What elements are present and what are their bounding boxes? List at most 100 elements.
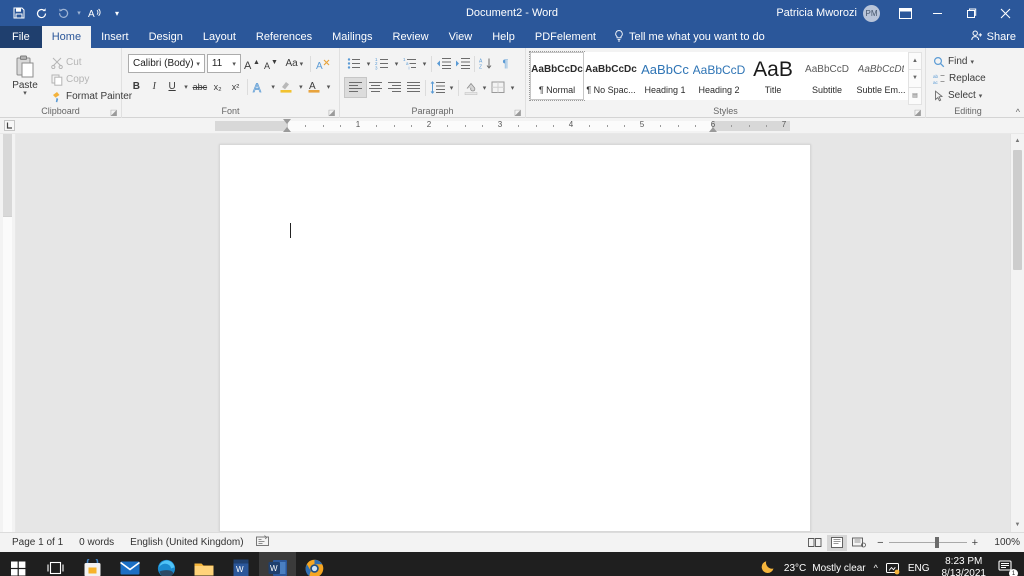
change-case-button[interactable]: Aa ▾ <box>282 54 306 73</box>
vertical-ruler[interactable] <box>0 134 16 532</box>
vertical-scrollbar[interactable]: ▲ ▼ <box>1010 134 1024 532</box>
language-indicator[interactable]: English (United Kingdom) <box>122 537 251 548</box>
font-color-dropdown-icon[interactable]: ▾ <box>324 77 333 96</box>
numbering-dropdown-icon[interactable]: ▾ <box>392 54 401 73</box>
account-name[interactable]: Patricia Mworozi <box>776 7 857 19</box>
shading-dropdown-icon[interactable]: ▾ <box>480 78 489 97</box>
bullets-button[interactable] <box>345 54 364 73</box>
subscript-button[interactable]: x₂ <box>209 77 226 96</box>
line-spacing-button[interactable] <box>428 78 447 97</box>
underline-button[interactable]: U <box>164 77 181 96</box>
styles-scroll-up-icon[interactable]: ▲ <box>909 53 921 70</box>
increase-indent-button[interactable] <box>453 54 472 73</box>
paste-button[interactable]: Paste ▾ <box>4 52 46 105</box>
tab-insert[interactable]: Insert <box>91 26 139 48</box>
left-indent-marker[interactable] <box>283 127 291 132</box>
restore-button[interactable] <box>954 0 988 26</box>
zoom-level[interactable]: 100% <box>986 537 1020 548</box>
tab-layout[interactable]: Layout <box>193 26 246 48</box>
styles-dialog-launcher-icon[interactable]: ◪ <box>914 108 923 117</box>
document-canvas[interactable] <box>16 134 1010 532</box>
redo-icon[interactable] <box>30 2 52 24</box>
show-formatting-marks-button[interactable]: ¶ <box>496 54 515 73</box>
notifications-icon[interactable]: 1 <box>998 559 1018 576</box>
align-center-button[interactable] <box>366 78 385 97</box>
network-icon[interactable] <box>886 562 900 575</box>
font-name-combo[interactable]: Calibri (Body) ▾ <box>128 54 205 73</box>
word-icon[interactable]: W <box>259 552 296 576</box>
proofing-errors-icon[interactable] <box>252 535 273 550</box>
styles-scrollbar[interactable]: ▲ ▼ ▤ <box>908 52 922 105</box>
justify-button[interactable] <box>404 78 423 97</box>
multilevel-list-button[interactable]: 1ai <box>401 54 420 73</box>
shrink-font-button[interactable]: A▼ <box>263 54 281 73</box>
zoom-out-button[interactable]: − <box>877 537 883 549</box>
text-highlight-dropdown-icon[interactable]: ▾ <box>296 77 305 96</box>
clipboard-dialog-launcher-icon[interactable]: ◪ <box>110 108 119 117</box>
style-heading-2[interactable]: AaBbCcD Heading 2 <box>692 52 746 100</box>
language-indicator[interactable]: ENG <box>908 563 930 574</box>
sort-button[interactable]: AZ <box>477 54 496 73</box>
style-title[interactable]: AaB Title <box>746 52 800 100</box>
bold-button[interactable]: B <box>128 77 145 96</box>
tab-design[interactable]: Design <box>139 26 193 48</box>
read-mode-view-button[interactable] <box>805 535 825 551</box>
scrollbar-thumb[interactable] <box>1013 150 1022 270</box>
start-button[interactable] <box>0 552 37 576</box>
tab-review[interactable]: Review <box>383 26 439 48</box>
task-view-button[interactable] <box>37 552 74 576</box>
zoom-slider[interactable]: − + <box>871 537 984 549</box>
scroll-down-icon[interactable]: ▼ <box>1011 518 1024 532</box>
clear-formatting-button[interactable]: A <box>315 54 333 73</box>
font-dialog-launcher-icon[interactable]: ◪ <box>328 108 337 117</box>
text-highlight-button[interactable] <box>279 77 296 96</box>
find-button[interactable]: Find ▾ <box>930 53 989 70</box>
tab-help[interactable]: Help <box>482 26 525 48</box>
zoom-in-button[interactable]: + <box>972 537 978 549</box>
tab-view[interactable]: View <box>439 26 483 48</box>
zoom-thumb[interactable] <box>935 537 939 548</box>
paste-dropdown-icon[interactable]: ▾ <box>23 91 27 97</box>
superscript-button[interactable]: x² <box>227 77 244 96</box>
text-effects-dropdown-icon[interactable]: ▾ <box>269 77 278 96</box>
word-doc-icon[interactable]: W <box>222 552 259 576</box>
undo-dropdown-icon[interactable]: ▾ <box>74 2 84 24</box>
share-button[interactable]: Share <box>971 26 1024 48</box>
tab-pdfelement[interactable]: PDFelement <box>525 26 606 48</box>
styles-scroll-down-icon[interactable]: ▼ <box>909 70 921 87</box>
avatar[interactable]: PM <box>863 5 880 22</box>
select-button[interactable]: Select ▾ <box>930 87 989 104</box>
tab-file[interactable]: File <box>0 26 42 48</box>
multilevel-list-dropdown-icon[interactable]: ▾ <box>420 54 429 73</box>
align-left-button[interactable] <box>345 78 366 97</box>
page-indicator[interactable]: Page 1 of 1 <box>4 537 71 548</box>
borders-dropdown-icon[interactable]: ▾ <box>508 78 517 97</box>
font-size-combo[interactable]: 11 ▾ <box>207 54 241 73</box>
tab-home[interactable]: Home <box>42 26 91 48</box>
ruler-track[interactable]: 1 2 3 4 5 6 7 <box>18 119 1024 133</box>
italic-button[interactable]: I <box>146 77 163 96</box>
weather-widget[interactable]: 23°C Mostly clear <box>761 558 866 576</box>
clock[interactable]: 8:23 PM 8/13/2021 <box>938 556 991 576</box>
strikethrough-button[interactable]: abc <box>191 77 208 96</box>
style-normal[interactable]: AaBbCcDc ¶ Normal <box>530 52 584 100</box>
tab-mailings[interactable]: Mailings <box>322 26 382 48</box>
qat-more-icon[interactable]: ▾ <box>106 2 128 24</box>
style-no-spacing[interactable]: AaBbCcDc ¶ No Spac... <box>584 52 638 100</box>
print-layout-view-button[interactable] <box>827 535 847 551</box>
tab-stop-selector[interactable] <box>0 118 18 134</box>
edge-icon[interactable] <box>148 552 185 576</box>
right-indent-marker[interactable] <box>709 127 717 132</box>
paragraph-dialog-launcher-icon[interactable]: ◪ <box>514 108 523 117</box>
mail-icon[interactable] <box>111 552 148 576</box>
bullets-dropdown-icon[interactable]: ▾ <box>364 54 373 73</box>
styles-more-icon[interactable]: ▤ <box>909 88 921 104</box>
zoom-track[interactable] <box>889 542 967 543</box>
align-right-button[interactable] <box>385 78 404 97</box>
minimize-button[interactable] <box>920 0 954 26</box>
first-line-indent-marker[interactable] <box>283 119 291 124</box>
borders-button[interactable] <box>489 78 508 97</box>
font-color-button[interactable]: A <box>306 77 323 96</box>
style-subtitle[interactable]: AaBbCcD Subtitle <box>800 52 854 100</box>
chevron-down-icon[interactable]: ▾ <box>979 92 983 100</box>
